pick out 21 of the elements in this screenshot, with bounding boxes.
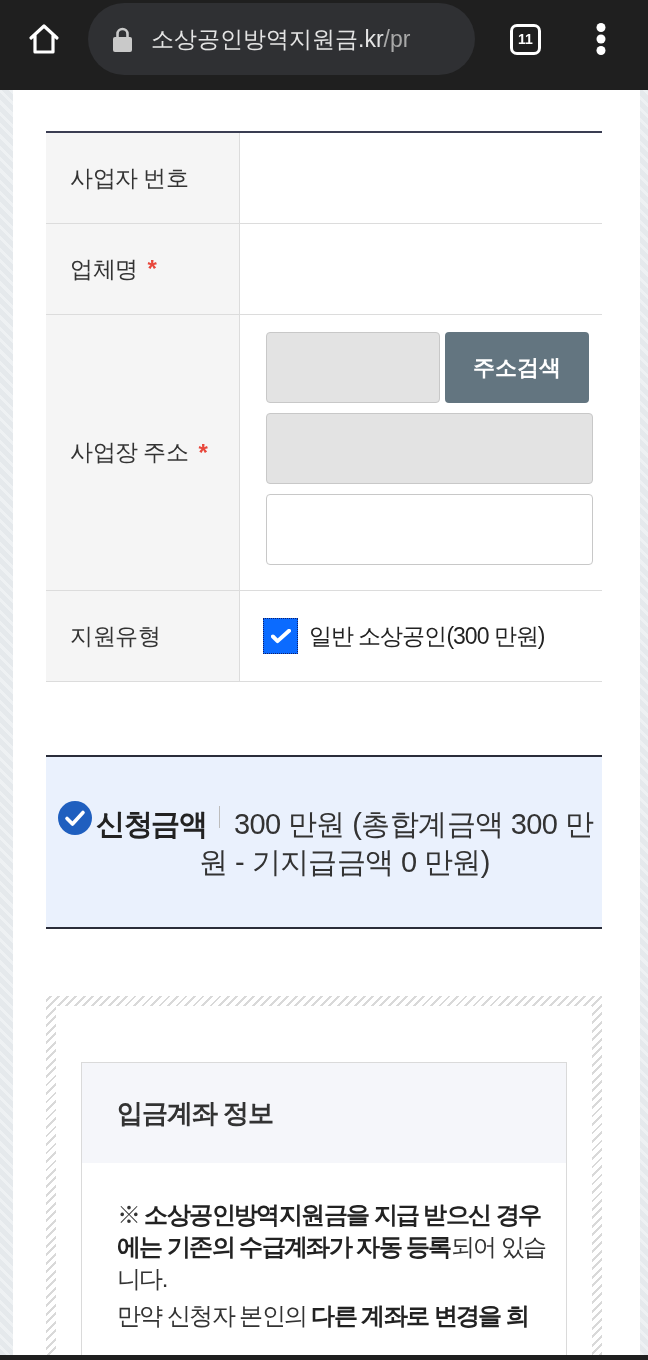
- field-label: 업체명: [70, 254, 138, 284]
- field-label: 사업자 번호: [70, 163, 189, 193]
- address-field[interactable]: [266, 494, 593, 565]
- more-menu-icon[interactable]: [596, 23, 606, 55]
- field-label: 지원유형: [70, 621, 160, 651]
- lock-icon: [113, 26, 132, 52]
- tab-switcher-button[interactable]: 11: [510, 23, 541, 55]
- checkbox-label[interactable]: 일반 소상공인(300 만원): [309, 620, 545, 652]
- required-mark: *: [147, 255, 157, 283]
- address-bar[interactable]: 소상공인방역지원금.kr/pr: [88, 3, 475, 75]
- notice-text: 만약 신청자 본인의 다른 계좌로 변경을 희: [117, 1301, 530, 1331]
- home-icon[interactable]: [28, 23, 60, 55]
- check-circle-icon: [58, 801, 92, 835]
- card-title: 입금계좌 정보: [117, 1096, 274, 1130]
- notice-text: ※ 소상공인방역지원금을 지급 받으신 경우에는 기존의 수급계좌가 자동 등록되어 있습니다.: [117, 1200, 546, 1294]
- amount-text: 신청금액 300 만원 (총합계금액 300 만원 - 기지급금액 0 만원): [95, 805, 594, 880]
- address-search-button[interactable]: 주소검색: [445, 332, 589, 403]
- field-label: 사업장 주소: [70, 438, 189, 467]
- checkbox[interactable]: [263, 618, 298, 654]
- required-mark: *: [198, 438, 208, 467]
- checkmark-icon: [270, 628, 291, 644]
